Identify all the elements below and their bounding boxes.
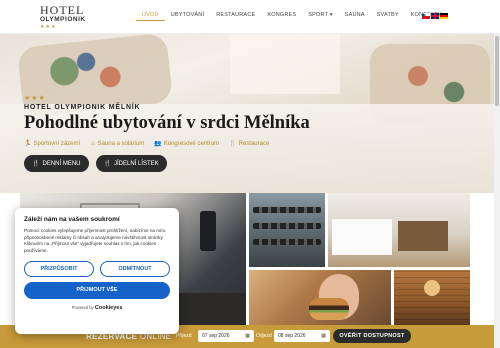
burger-image (309, 298, 349, 320)
feature-label: Kongresové centrum (163, 140, 220, 147)
nav-item-sport[interactable]: SPORT ▾ (302, 12, 338, 21)
nav-item-uvod[interactable]: ÚVOD (136, 12, 165, 21)
nav-item-kongres[interactable]: KONGRES (261, 12, 302, 21)
reject-button[interactable]: ODMÍTNOUT (100, 260, 170, 277)
gallery-image-burger[interactable] (249, 270, 391, 325)
food-menu-button[interactable]: 🍴 JÍDELNÍ LÍSTEK (95, 155, 167, 172)
dumbbell-row (253, 239, 321, 245)
sauna-wood-image (394, 270, 470, 325)
feature-list: 🏃 Sportovní zázemí ♨ Sauna a solárium 👥 … (24, 140, 310, 148)
bed-image (332, 219, 392, 255)
feature-sport: 🏃 Sportovní zázemí (24, 140, 81, 148)
feature-label: Sportovní zázemí (33, 140, 81, 147)
hero-title: Pohodlné ubytování v srdci Mělníka (24, 113, 310, 133)
hero-subtitle: HOTEL OLYMPIONIK MĚLNÍK (24, 104, 141, 111)
gallery-image-sauna[interactable] (394, 270, 470, 325)
cookie-title: Záleží nám na vašem soukromí (24, 216, 120, 223)
powered-by-label: Powered by (71, 304, 94, 310)
site-header: HOTEL OLYMPIONIK ★★★ ÚVOD UBYTOVÁNÍ REST… (0, 0, 500, 34)
hero-window-image (230, 34, 340, 94)
hot-springs-icon: ♨ (90, 141, 96, 147)
cutlery-icon: 🍴 (103, 161, 111, 167)
nav-item-svatby[interactable]: SVATBY (371, 12, 405, 21)
check-availability-button[interactable]: OVĚŘIT DOSTUPNOST (333, 329, 411, 343)
departure-date-value: 08 sep 2026 (278, 333, 306, 339)
accept-all-button[interactable]: PŘIJMOUT VŠE (24, 281, 170, 299)
hero-banner: ★★★ HOTEL OLYMPIONIK MĚLNÍK Pohodlné uby… (0, 34, 500, 194)
button-label: JÍDELNÍ LÍSTEK (113, 160, 159, 167)
logo-stars: ★★★ (40, 23, 57, 30)
nav-item-sauna[interactable]: SAUNA (339, 12, 371, 21)
flag-de-icon[interactable] (440, 13, 448, 19)
arrival-date-value: 07 sep 2026 (202, 333, 230, 339)
feature-kongres: 👥 Kongresové centrum (154, 140, 220, 148)
customize-button[interactable]: PŘIZPŮSOBIT (24, 260, 94, 277)
departure-date-field[interactable]: 08 sep 2026 ▦ (274, 330, 330, 342)
departure-label: Odjezd (256, 333, 272, 339)
language-switcher (422, 13, 448, 19)
hotel-logo[interactable]: HOTEL OLYMPIONIK ★★★ (40, 4, 86, 30)
hero-text: ★★★ HOTEL OLYMPIONIK MĚLNÍK Pohodlné uby… (24, 94, 310, 147)
button-label: DENNÍ MENU (42, 160, 81, 167)
cutlery-icon: 🍴 (229, 141, 237, 147)
gallery-image-bedroom[interactable] (328, 193, 470, 267)
powered-by: Powered by Cookieyes (24, 305, 170, 311)
cookieyes-logo[interactable]: Cookieyes (95, 305, 123, 311)
feature-label: Sauna a solárium (97, 140, 145, 147)
arrival-date-field[interactable]: 07 sep 2026 ▦ (198, 330, 254, 342)
cookie-text: Pomocí cookies vylepšujeme přijemnost pr… (24, 228, 166, 253)
main-nav: ÚVOD UBYTOVÁNÍ RESTAURACE KONGRES SPORT … (136, 12, 448, 21)
running-icon: 🏃 (24, 141, 32, 147)
room-desk-image (170, 293, 246, 325)
flag-en-icon[interactable] (431, 13, 439, 19)
people-icon: 👥 (154, 141, 162, 147)
daily-menu-button[interactable]: 🍴 DENNÍ MENU (24, 155, 89, 172)
cutlery-icon: 🍴 (32, 161, 40, 167)
feature-sauna: ♨ Sauna a solárium (90, 140, 145, 148)
room-lamp-image (200, 211, 216, 251)
arrival-label: Příjezd (176, 333, 192, 339)
nav-item-restaurace[interactable]: RESTAURACE (210, 12, 261, 21)
logo-bottom-text: OLYMPIONIK (40, 16, 86, 23)
cookie-consent-dialog: Záleží nám na vašem soukromí Pomocí cook… (15, 208, 179, 334)
hero-stars: ★★★ (24, 95, 46, 102)
dumbbell-row (253, 207, 321, 213)
nav-item-ubytovani[interactable]: UBYTOVÁNÍ (165, 12, 210, 21)
logo-top-text: HOTEL (40, 3, 85, 17)
dumbbell-row (253, 223, 321, 229)
shelf-image (398, 221, 448, 251)
calendar-icon: ▦ (245, 333, 250, 339)
page-scrollbar[interactable] (494, 34, 500, 348)
feature-label: Restaurace (238, 140, 270, 147)
feature-restaurace: 🍴 Restaurace (229, 140, 270, 148)
calendar-icon: ▦ (321, 333, 326, 339)
hero-buttons: 🍴 DENNÍ MENU 🍴 JÍDELNÍ LÍSTEK (24, 155, 167, 172)
sauna-light-image (424, 280, 440, 296)
cookie-button-row: PŘIZPŮSOBIT ODMÍTNOUT (24, 260, 170, 277)
flag-cz-icon[interactable] (422, 13, 430, 19)
gallery-image-gym[interactable] (249, 193, 325, 267)
scrollbar-thumb[interactable] (495, 36, 499, 106)
